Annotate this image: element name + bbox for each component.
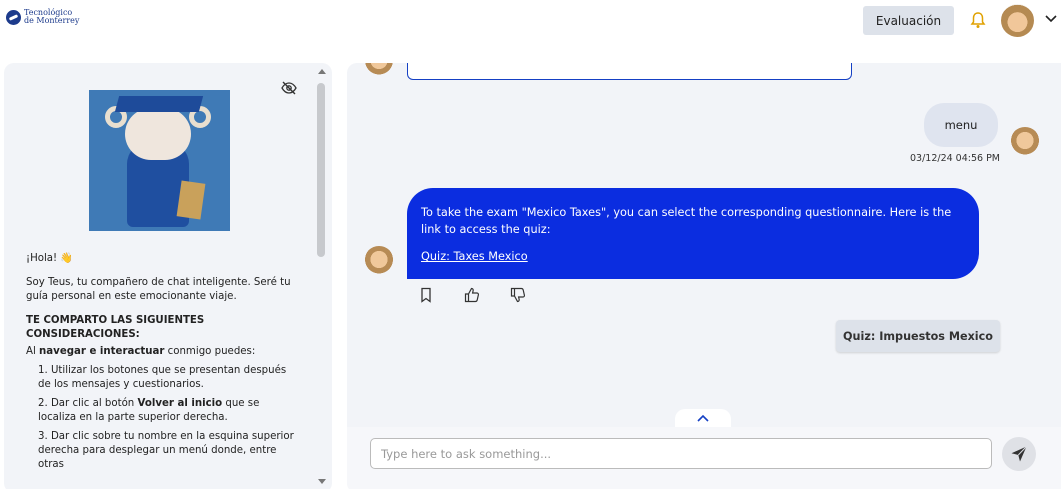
- quick-reply-button[interactable]: Quiz: Impuestos Mexico: [836, 320, 1000, 352]
- consideration-item: 1. Utilizar los botones que se presentan…: [38, 365, 287, 390]
- thumbs-down-icon[interactable]: [510, 287, 526, 303]
- scroll-down-icon[interactable]: [318, 479, 326, 484]
- tec-logo-icon: [6, 9, 21, 25]
- top-bar: Tecnológico de Monterrey Evaluación: [0, 0, 1061, 40]
- chevron-up-icon: [697, 414, 709, 422]
- bookmark-icon[interactable]: [418, 287, 434, 303]
- bell-icon[interactable]: [970, 11, 986, 29]
- send-icon: [1011, 446, 1027, 462]
- bot-avatar: [364, 246, 394, 276]
- considerations-lead: Al navegar e interactuar conmigo puedes:: [26, 346, 256, 357]
- message-actions: [418, 287, 526, 303]
- message-timestamp: 03/12/24 04:56 PM: [910, 153, 1001, 164]
- user-message-avatar: [1010, 127, 1040, 157]
- chevron-down-icon[interactable]: [1045, 14, 1057, 24]
- chat-input-area: [347, 427, 1061, 489]
- bot-message-bubble: To take the exam "Mexico Taxes", you can…: [407, 188, 979, 279]
- scroll-up-icon[interactable]: [318, 69, 326, 74]
- thumbs-up-icon[interactable]: [464, 287, 480, 303]
- evaluation-button[interactable]: Evaluación: [863, 6, 954, 35]
- greeting: ¡Hola! 👋: [26, 253, 74, 264]
- teus-mascot-image: [89, 90, 230, 231]
- user-avatar[interactable]: [1001, 4, 1034, 37]
- send-button[interactable]: [1002, 437, 1036, 471]
- tec-logo[interactable]: Tecnológico de Monterrey: [6, 9, 79, 25]
- intro-text: ¡Hola! 👋 Soy Teus, tu compañero de chat …: [26, 252, 294, 477]
- bot-avatar: [364, 63, 394, 77]
- bot-message-text: To take the exam "Mexico Taxes", you can…: [421, 206, 952, 236]
- considerations-heading: TE COMPARTO LAS SIGUIENTES CONSIDERACION…: [26, 315, 205, 340]
- intro-paragraph: Soy Teus, tu compañero de chat inteligen…: [26, 277, 291, 302]
- logo-line2: de Monterrey: [24, 16, 80, 25]
- previous-message-card: [407, 63, 852, 80]
- user-message-bubble: menu: [924, 103, 998, 147]
- assistant-info-panel: ¡Hola! 👋 Soy Teus, tu compañero de chat …: [4, 63, 332, 489]
- scrollbar-thumb[interactable]: [317, 83, 325, 257]
- consideration-item: 3. Dar clic sobre tu nombre en la esquin…: [38, 431, 294, 470]
- chat-panel: menu 03/12/24 04:56 PM To take the exam …: [347, 63, 1061, 489]
- chat-input[interactable]: [370, 438, 992, 469]
- consideration-item: 2. Dar clic al botón Volver al inicio qu…: [38, 398, 260, 423]
- eye-off-icon[interactable]: [281, 81, 297, 95]
- scroll-to-top-button[interactable]: [675, 409, 731, 427]
- quiz-link[interactable]: Quiz: Taxes Mexico: [421, 248, 965, 265]
